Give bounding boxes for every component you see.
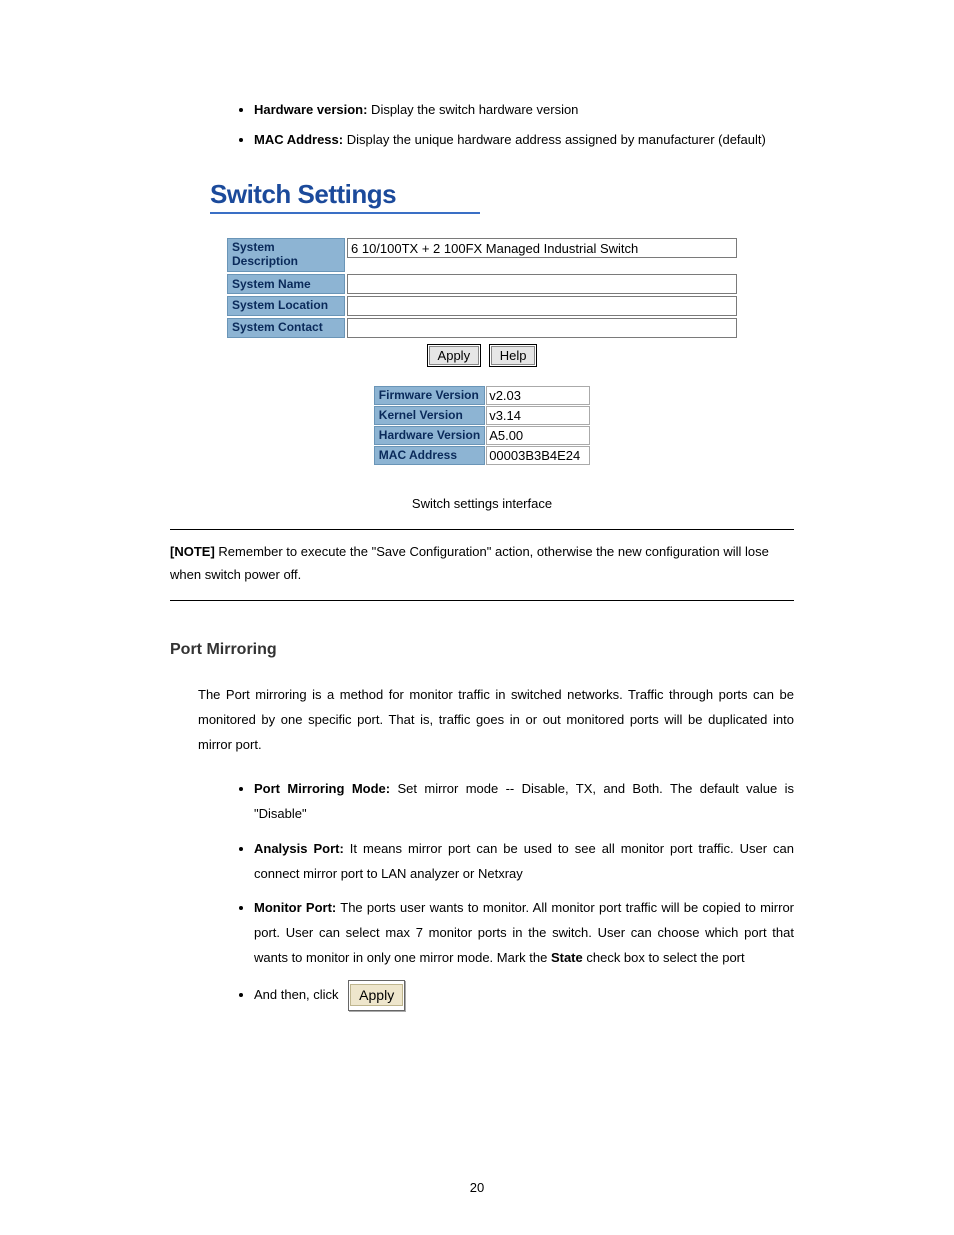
button-row: Apply Help — [170, 344, 794, 367]
label-system-contact: System Contact — [227, 318, 345, 338]
bullet-label: Hardware version: — [254, 102, 367, 117]
label-system-name: System Name — [227, 274, 345, 294]
detail-list: Port Mirroring Mode: Set mirror mode -- … — [230, 777, 794, 1011]
list-item: Port Mirroring Mode: Set mirror mode -- … — [254, 777, 794, 826]
list-item: Monitor Port: The ports user wants to mo… — [254, 896, 794, 970]
state-word: State — [551, 950, 583, 965]
list-item: MAC Address: Display the unique hardware… — [254, 130, 794, 150]
last-bullet-prefix: And then, click — [254, 987, 339, 1002]
list-item: Hardware version: Display the switch har… — [254, 100, 794, 120]
label-hardware-version: Hardware Version — [374, 426, 485, 445]
label-mac-address: MAC Address — [374, 446, 485, 465]
bullet-label: MAC Address: — [254, 132, 343, 147]
label-system-location: System Location — [227, 296, 345, 316]
section-heading: Port Mirroring — [170, 641, 794, 659]
inline-apply-button[interactable]: Apply — [350, 984, 403, 1006]
bullet-label: Monitor Port: — [254, 900, 336, 915]
label-firmware-version: Firmware Version — [374, 386, 485, 405]
bullet-label: Port Mirroring Mode: — [254, 781, 390, 796]
system-location-input[interactable] — [347, 296, 737, 316]
bullet-text-after: check box to select the port — [583, 950, 745, 965]
panel-underline — [210, 212, 480, 214]
top-bullet-list: Hardware version: Display the switch har… — [230, 100, 794, 149]
list-item: And then, click Apply — [254, 980, 794, 1011]
bullet-label: Analysis Port: — [254, 841, 344, 856]
apply-button[interactable]: Apply — [429, 346, 480, 365]
section-intro: The Port mirroring is a method for monit… — [198, 683, 794, 757]
note-box: [NOTE] Remember to execute the "Save Con… — [170, 529, 794, 602]
settings-table: System Description System Name System Lo… — [225, 236, 739, 340]
panel-caption: Switch settings interface — [170, 496, 794, 511]
bullet-text: Display the switch hardware version — [367, 102, 578, 117]
system-contact-input[interactable] — [347, 318, 737, 338]
note-label: [NOTE] — [170, 544, 215, 559]
panel-title: Switch Settings — [210, 179, 794, 210]
label-system-description: System Description — [227, 238, 345, 272]
label-kernel-version: Kernel Version — [374, 406, 485, 425]
help-button[interactable]: Help — [491, 346, 536, 365]
bullet-text: Display the unique hardware address assi… — [343, 132, 766, 147]
value-hardware-version: A5.00 — [486, 426, 590, 445]
system-name-input[interactable] — [347, 274, 737, 294]
value-firmware-version: v2.03 — [486, 386, 590, 405]
page-number: 20 — [0, 1180, 954, 1195]
note-text: Remember to execute the "Save Configurat… — [170, 544, 769, 582]
version-table: Firmware Version v2.03 Kernel Version v3… — [373, 385, 591, 466]
system-description-input[interactable] — [347, 238, 737, 258]
value-mac-address: 00003B3B4E24 — [486, 446, 590, 465]
list-item: Analysis Port: It means mirror port can … — [254, 837, 794, 886]
value-kernel-version: v3.14 — [486, 406, 590, 425]
